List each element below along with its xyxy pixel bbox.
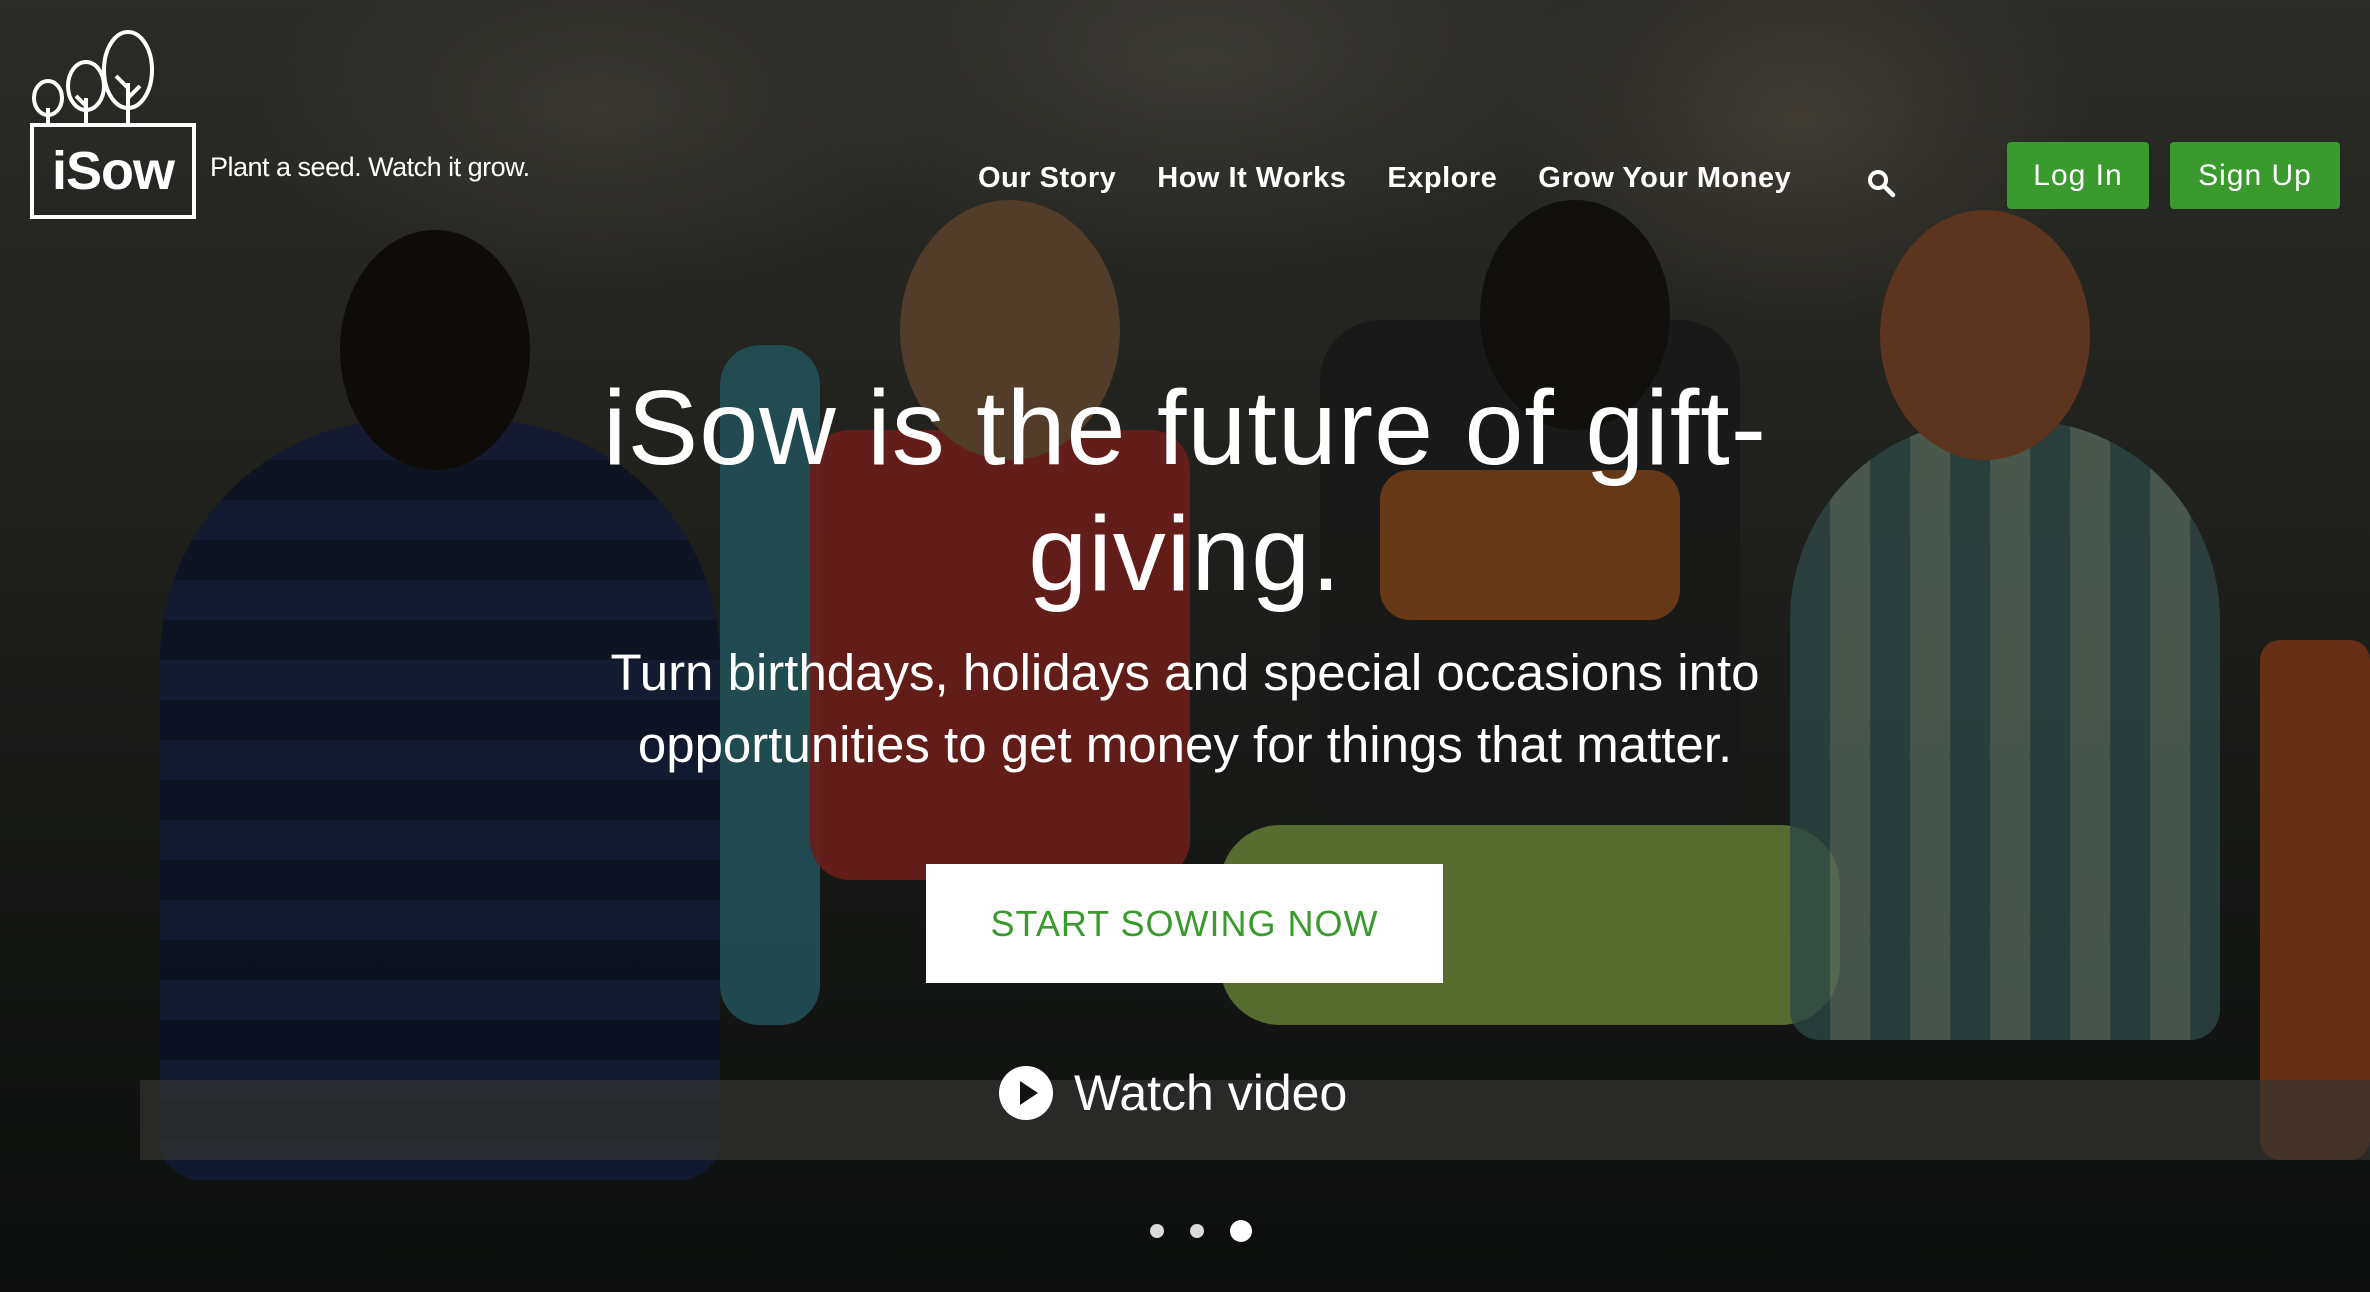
signup-button[interactable]: Sign Up [2170,142,2340,209]
carousel-dot[interactable] [1190,1224,1204,1238]
nav-item-explore[interactable]: Explore [1387,162,1497,195]
watch-video-link[interactable]: Watch video [998,1058,1347,1128]
brand-tagline: Plant a seed. Watch it grow. [210,152,530,182]
play-circle-icon [999,1066,1053,1120]
hero-title: iSow is the future of gift-giving. [602,369,1768,613]
nav-item-grow-your-money[interactable]: Grow Your Money [1538,162,1791,195]
nav-item-our-story[interactable]: Our Story [978,162,1116,195]
carousel-indicators [1150,1220,1278,1242]
logo-wordmark: iSow [30,123,196,219]
trees-icon [32,30,154,123]
start-sowing-button[interactable]: START SOWING NOW [926,864,1443,983]
login-button[interactable]: Log In [2007,142,2149,209]
carousel-dot-active[interactable] [1230,1220,1252,1242]
watch-video-label: Watch video [1074,1065,1348,1121]
search-icon[interactable] [1866,168,1896,198]
carousel-dot[interactable] [1150,1224,1164,1238]
hero-subtitle: Turn birthdays, holidays and special occ… [610,644,1760,773]
main-nav: Our Story How It Works Explore Grow Your… [978,158,1832,198]
nav-item-how-it-works[interactable]: How It Works [1157,162,1346,195]
